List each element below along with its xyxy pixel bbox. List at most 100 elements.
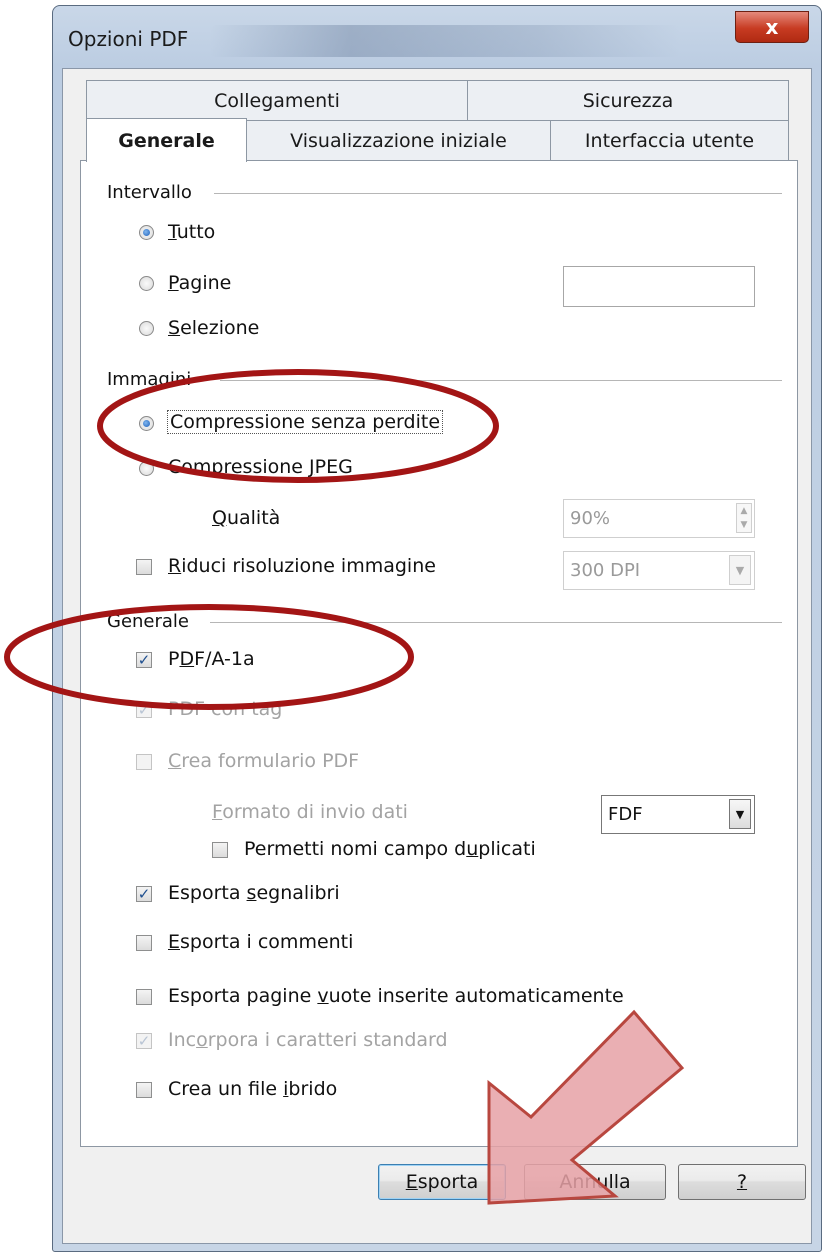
tab-visualizzazione-iniziale[interactable]: Visualizzazione iniziale [246, 120, 551, 161]
tab-label: Visualizzazione iniziale [290, 129, 507, 152]
formato-invio-label: Formato di invio dati [212, 801, 408, 823]
label-text: Esporta [168, 882, 247, 904]
chevron-down-icon[interactable]: ▼ [729, 555, 751, 585]
chevron-down-icon[interactable]: ▼ [729, 799, 751, 829]
esporta-segnalibri-label[interactable]: Esporta segnalibri [168, 882, 340, 904]
section-title-intervallo: Intervallo [107, 182, 192, 203]
tab-label: Generale [118, 129, 215, 152]
mnemonic: S [168, 317, 181, 339]
checkbox-permetti-duplicati[interactable] [212, 842, 228, 858]
qualita-value: 90% [570, 508, 611, 529]
section-divider [210, 622, 782, 623]
checkbox-crea-file-ibrido[interactable] [136, 1082, 152, 1098]
permetti-duplicati-label[interactable]: Permetti nomi campo duplicati [244, 838, 536, 860]
label-text: Esporta pagine [168, 985, 318, 1007]
button-label: Annulla [559, 1171, 631, 1193]
label-text: ormato di invio dati [222, 801, 408, 823]
radio-lossless-label[interactable]: Compressione senza perdite [166, 410, 444, 434]
tab-label: Sicurezza [582, 89, 674, 112]
qualita-spinbox[interactable]: 90% ▲ ▼ [563, 499, 755, 538]
tab-interfaccia-utente[interactable]: Interfaccia utente [550, 120, 789, 161]
checkbox-pdfa[interactable]: ✓ [136, 652, 152, 668]
help-button[interactable]: ? [678, 1164, 806, 1200]
label-text: Inc [168, 1029, 197, 1051]
label-text: rpora i caratteri standard [207, 1029, 448, 1051]
label-text: rea formulario PDF [181, 750, 360, 772]
dpi-select[interactable]: 300 DPI ▼ [563, 551, 755, 590]
tab-label: Collegamenti [214, 89, 340, 112]
formato-value: FDF [608, 804, 643, 825]
crea-file-ibrido-label[interactable]: Crea un file ibrido [168, 1078, 337, 1100]
radio-compressione-jpeg[interactable] [139, 461, 154, 476]
checkbox-incorpora-caratteri[interactable]: ✓ [136, 1033, 152, 1049]
checkbox-crea-formulario[interactable] [136, 754, 152, 770]
label-text: ualità [226, 507, 281, 529]
label-text: elezione [180, 317, 260, 339]
formato-invio-select[interactable]: FDF ▼ [601, 795, 755, 834]
mnemonic: F [212, 801, 223, 823]
pagine-input[interactable] [563, 266, 755, 307]
spin-up-icon[interactable]: ▲ [741, 506, 748, 516]
checkbox-pdf-con-tag[interactable]: ✓ [136, 702, 152, 718]
mnemonic: D [179, 648, 195, 670]
mnemonic: P [168, 272, 179, 294]
radio-tutto[interactable] [139, 225, 154, 240]
tab-collegamenti[interactable]: Collegamenti [86, 80, 468, 121]
radio-selezione-label[interactable]: Selezione [168, 317, 259, 339]
spin-buttons[interactable]: ▲ ▼ [736, 503, 752, 533]
radio-tutto-label[interactable]: Tutto [168, 221, 215, 243]
mnemonic: v [317, 985, 329, 1007]
checkbox-esporta-pagine-vuote[interactable] [136, 989, 152, 1005]
radio-selezione[interactable] [139, 321, 154, 336]
window-title: Opzioni PDF [68, 27, 189, 51]
pdfa-label[interactable]: PDF/A-1a [168, 648, 255, 670]
tab-generale[interactable]: Generale [86, 118, 247, 162]
label-text: egnalibri [256, 882, 340, 904]
mnemonic: u [466, 838, 479, 860]
esporta-pagine-vuote-label[interactable]: Esporta pagine vuote inserite automatica… [168, 985, 624, 1007]
radio-compressione-senza-perdite[interactable] [139, 416, 154, 431]
button-label: sporta [417, 1171, 479, 1193]
close-button[interactable]: x [735, 11, 809, 43]
label-text: P [168, 648, 180, 670]
checkbox-esporta-commenti[interactable] [136, 935, 152, 951]
close-icon: x [765, 15, 779, 39]
crea-formulario-label: Crea formulario PDF [168, 750, 359, 772]
label-text: Permetti nomi campo d [244, 838, 467, 860]
label-text: agine [178, 272, 232, 294]
esporta-button[interactable]: Esporta [378, 1164, 506, 1200]
mnemonic: T [168, 221, 177, 243]
label-text: Crea un file [168, 1078, 284, 1100]
label-text: sporta i commenti [180, 931, 354, 953]
radio-pagine-label[interactable]: Pagine [168, 272, 231, 294]
radio-jpeg-label[interactable]: Compressione JPEG [168, 456, 353, 478]
riduci-label[interactable]: Riduci risoluzione immagine [168, 555, 436, 577]
section-title-immagini: Immagini [107, 369, 192, 390]
label-text: uote inserite automaticamente [328, 985, 624, 1007]
esporta-commenti-label[interactable]: Esporta i commenti [168, 931, 353, 953]
label-text: iduci risoluzione immagine [181, 555, 436, 577]
label-text: utto [176, 221, 216, 243]
spin-down-icon[interactable]: ▼ [741, 520, 748, 530]
titlebar-background [210, 25, 680, 57]
mnemonic: Q [212, 507, 227, 529]
mnemonic: E [405, 1171, 418, 1193]
mnemonic: C [168, 750, 182, 772]
tab-label: Interfaccia utente [584, 129, 755, 152]
checkbox-riduci-risoluzione[interactable] [136, 559, 152, 575]
tab-sicurezza[interactable]: Sicurezza [467, 80, 789, 121]
pdf-con-tag-label: PDF con tag [168, 698, 283, 720]
checkbox-esporta-segnalibri[interactable]: ✓ [136, 886, 152, 902]
annulla-button[interactable]: Annulla [524, 1164, 666, 1200]
label-text: Compressione [168, 456, 310, 478]
label-text: plicati [478, 838, 536, 860]
section-divider [220, 380, 782, 381]
radio-pagine[interactable] [139, 276, 154, 291]
dpi-value: 300 DPI [570, 560, 641, 581]
mnemonic: o [196, 1029, 208, 1051]
label-text: brido [288, 1078, 338, 1100]
mnemonic: R [168, 555, 182, 577]
mnemonic: E [168, 931, 181, 953]
label-text: PEG [314, 456, 353, 478]
label-text: F/A-1a [194, 648, 255, 670]
